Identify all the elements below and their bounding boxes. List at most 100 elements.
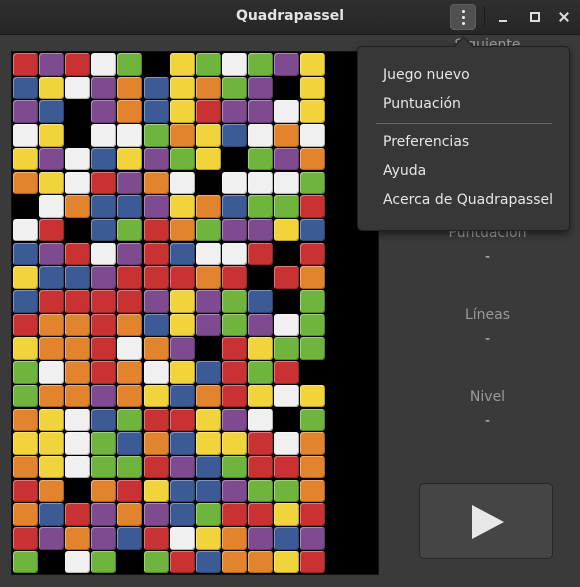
board-block [91,266,117,289]
board-block [39,76,65,100]
board-block [39,290,65,313]
menu-dots-icon [462,22,465,25]
board-block [39,124,65,147]
board-block [13,527,38,550]
board-block [39,384,65,408]
board-block [91,337,117,360]
board-block [13,266,38,289]
board-block [169,53,195,76]
board-block [221,266,247,289]
board-block [91,124,117,147]
menu-item-help[interactable]: Ayuda [383,163,426,179]
board-block [91,527,117,550]
board-block [117,527,143,550]
board-block [300,53,326,76]
board-block [65,337,91,360]
board-block [221,53,247,76]
close-icon[interactable] [555,8,573,26]
board-block [39,527,65,550]
board-block [300,124,326,147]
board-block [117,432,143,455]
game-board[interactable] [11,51,379,575]
board-block [143,100,169,123]
board-block [143,384,169,408]
board-block [13,432,38,455]
board-block [117,503,143,526]
board-block [143,76,169,100]
board-block [274,171,299,194]
level-value: - [484,413,491,429]
menu-item-scores[interactable]: Puntuación [383,96,461,112]
board-block [221,503,247,526]
app-menu-button[interactable] [450,4,476,30]
board-block [221,290,247,313]
board-block [247,242,273,266]
board-block [143,527,169,550]
board-block [117,384,143,408]
minimize-icon[interactable] [495,8,513,26]
board-block [117,455,143,479]
board-block [169,195,195,218]
board-block [65,455,91,479]
board-block [65,313,91,337]
score-value: - [484,249,491,265]
board-block [247,100,273,123]
board-block [274,313,299,337]
board-block [117,361,143,384]
board-block [274,455,299,479]
board-block [169,147,195,171]
board-block [169,361,195,384]
board-block [169,455,195,479]
board-block [143,290,169,313]
board-block [13,242,38,266]
board-block [39,195,65,218]
board-block [195,503,221,526]
board-block [274,100,299,123]
menu-item-new-game[interactable]: Juego nuevo [383,67,470,83]
board-block [117,479,143,503]
board-block [39,503,65,526]
board-block [195,313,221,337]
board-block [169,218,195,242]
board-block [221,550,247,574]
board-block [195,408,221,431]
board-block [65,527,91,550]
board-block [143,455,169,479]
board-block [300,171,326,194]
board-block [221,408,247,431]
board-block [39,455,65,479]
maximize-icon[interactable] [526,8,544,26]
board-block [169,384,195,408]
board-block [91,218,117,242]
board-block [169,479,195,503]
board-block [13,290,38,313]
board-block [274,337,299,360]
board-block [143,503,169,526]
board-block [195,124,221,147]
board-block [300,503,326,526]
board-block [13,171,38,194]
play-button[interactable] [419,483,553,559]
menu-item-preferences[interactable]: Preferencias [383,134,469,150]
board-block [65,195,91,218]
board-block [39,479,65,503]
board-block [39,408,65,431]
menu-dots-icon [462,16,465,19]
board-block [39,53,65,76]
board-block [169,100,195,123]
board-block [117,313,143,337]
board-block [117,195,143,218]
board-block [169,550,195,574]
board-block [247,408,273,431]
board-block [65,266,91,289]
board-block [195,100,221,123]
board-block [143,147,169,171]
board-block [195,479,221,503]
board-block [65,290,91,313]
board-block [13,384,38,408]
board-block [195,53,221,76]
board-block [91,171,117,194]
board-block [65,384,91,408]
menu-item-about[interactable]: Acerca de Quadrapassel [383,192,553,208]
board-block [274,218,299,242]
